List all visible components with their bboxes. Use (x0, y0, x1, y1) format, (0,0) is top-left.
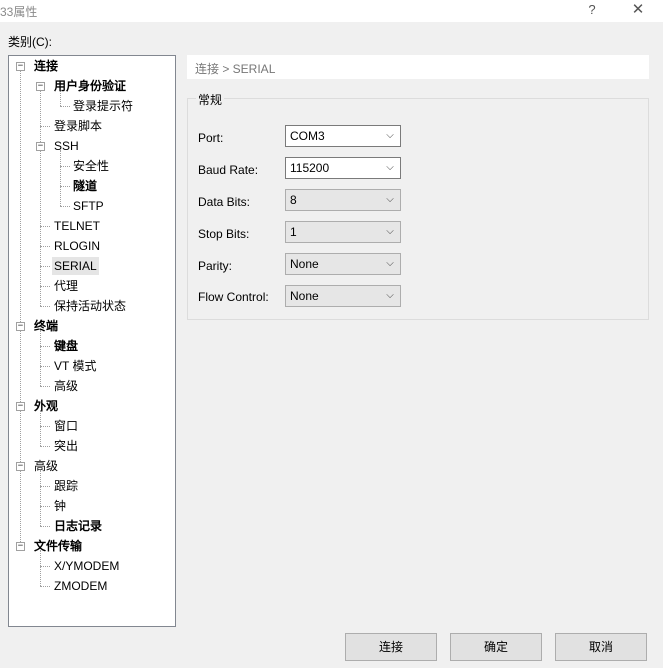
tree-item-window[interactable]: 窗口 (54, 417, 78, 435)
stop-bits-label: Stop Bits: (198, 227, 250, 241)
close-button[interactable]: ✕ (618, 0, 658, 22)
tree-item-bell[interactable]: 钟 (54, 497, 66, 515)
tree-item-ssh[interactable]: SSH (54, 137, 79, 155)
category-tree[interactable]: − 连接 − 用户身份验证 登录提示符 登录脚本 − SSH 安全性 隧道 SF… (8, 55, 176, 627)
parity-select[interactable]: None ⌵ (285, 253, 401, 275)
tree-item-keyboard[interactable]: 键盘 (54, 337, 78, 355)
tree-line (40, 470, 41, 526)
breadcrumb-text: 连接 > SERIAL (195, 62, 276, 76)
breadcrumb: 连接 > SERIAL (187, 55, 649, 79)
tree-line (40, 286, 50, 287)
data-bits-label: Data Bits: (198, 195, 251, 209)
tree-line (40, 506, 50, 507)
tree-item-connection[interactable]: 连接 (34, 57, 58, 75)
baud-rate-combo[interactable]: 115200 ⌵ (285, 157, 401, 179)
stop-bits-select[interactable]: 1 ⌵ (285, 221, 401, 243)
tree-item-login-script[interactable]: 登录脚本 (54, 117, 102, 135)
tree-item-proxy[interactable]: 代理 (54, 277, 78, 295)
tree-item-xymodem[interactable]: X/YMODEM (54, 557, 119, 575)
tree-line (40, 446, 50, 447)
tree-item-login-prompt[interactable]: 登录提示符 (73, 97, 133, 115)
tree-line (60, 206, 70, 207)
tree-line (40, 90, 41, 306)
tree-line (60, 166, 70, 167)
parity-value: None (290, 257, 319, 271)
tree-item-file-transfer[interactable]: 文件传输 (34, 537, 82, 555)
tree-item-sftp[interactable]: SFTP (73, 197, 104, 215)
stop-bits-value: 1 (290, 225, 297, 239)
tree-line (40, 486, 50, 487)
expand-toggle-icon[interactable]: − (16, 462, 25, 471)
data-bits-value: 8 (290, 193, 297, 207)
tree-line (40, 566, 50, 567)
tree-item-appearance[interactable]: 外观 (34, 397, 58, 415)
tree-line (40, 306, 50, 307)
title-bar: 33属性 ? ✕ (0, 0, 663, 22)
tree-item-security[interactable]: 安全性 (73, 157, 109, 175)
tree-line (40, 586, 50, 587)
tree-item-vt-mode[interactable]: VT 模式 (54, 357, 96, 375)
port-label: Port: (198, 131, 224, 145)
tree-line (40, 526, 50, 527)
ok-button[interactable]: 确定 (450, 633, 542, 661)
port-value: COM3 (290, 129, 325, 143)
expand-toggle-icon[interactable]: − (36, 82, 45, 91)
port-combo[interactable]: COM3 ⌵ (285, 125, 401, 147)
tree-line (20, 70, 21, 546)
tree-item-zmodem[interactable]: ZMODEM (54, 577, 107, 595)
chevron-down-icon[interactable]: ⌵ (384, 286, 396, 306)
expand-toggle-icon[interactable]: − (16, 62, 25, 71)
tree-line (60, 186, 70, 187)
parity-label: Parity: (198, 259, 233, 273)
tree-line (60, 106, 70, 107)
tree-line (40, 366, 50, 367)
tree-line (40, 226, 50, 227)
tree-item-terminal[interactable]: 终端 (34, 317, 58, 335)
tree-item-advanced[interactable]: 高级 (34, 457, 58, 475)
tree-line (40, 550, 41, 586)
tree-item-logging[interactable]: 日志记录 (54, 517, 102, 535)
tree-line (40, 410, 41, 446)
tree-item-user-auth[interactable]: 用户身份验证 (54, 77, 126, 95)
tree-line (40, 330, 41, 386)
window-title: 33属性 (0, 5, 38, 19)
tree-line (40, 426, 50, 427)
connect-button[interactable]: 连接 (345, 633, 437, 661)
chevron-down-icon[interactable]: ⌵ (384, 254, 396, 274)
chevron-down-icon[interactable]: ⌵ (384, 222, 396, 242)
expand-toggle-icon[interactable]: − (16, 402, 25, 411)
baud-rate-label: Baud Rate: (198, 163, 259, 177)
tree-line (40, 346, 50, 347)
tree-item-tunnel[interactable]: 隧道 (73, 177, 97, 195)
chevron-down-icon[interactable]: ⌵ (384, 126, 396, 146)
tree-item-serial[interactable]: SERIAL (52, 257, 99, 275)
tree-line (40, 246, 50, 247)
baud-rate-value: 115200 (290, 161, 330, 175)
flow-control-select[interactable]: None ⌵ (285, 285, 401, 307)
tree-line (40, 386, 50, 387)
tree-item-keepalive[interactable]: 保持活动状态 (54, 297, 126, 315)
chevron-down-icon[interactable]: ⌵ (384, 190, 396, 210)
help-button[interactable]: ? (572, 0, 612, 22)
flow-control-label: Flow Control: (198, 290, 269, 304)
data-bits-select[interactable]: 8 ⌵ (285, 189, 401, 211)
group-title: 常规 (196, 91, 225, 108)
flow-control-value: None (290, 289, 319, 303)
cancel-button[interactable]: 取消 (555, 633, 647, 661)
expand-toggle-icon[interactable]: − (36, 142, 45, 151)
tree-line (40, 126, 50, 127)
chevron-down-icon[interactable]: ⌵ (384, 158, 396, 178)
tree-item-terminal-advanced[interactable]: 高级 (54, 377, 78, 395)
tree-item-highlight[interactable]: 突出 (54, 437, 78, 455)
tree-line (60, 150, 61, 206)
expand-toggle-icon[interactable]: − (16, 542, 25, 551)
category-label: 类别(C): (8, 35, 52, 49)
tree-item-rlogin[interactable]: RLOGIN (54, 237, 100, 255)
tree-item-telnet[interactable]: TELNET (54, 217, 100, 235)
tree-item-trace[interactable]: 跟踪 (54, 477, 78, 495)
expand-toggle-icon[interactable]: − (16, 322, 25, 331)
tree-line (40, 266, 50, 267)
